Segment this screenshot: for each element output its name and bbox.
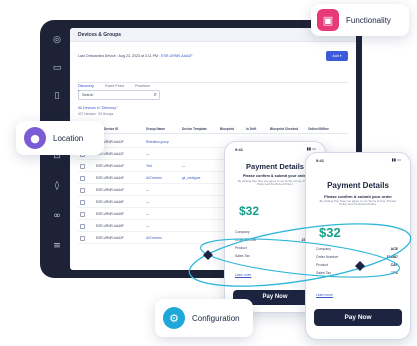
orbit-ring [188,223,412,287]
orbit-node [203,250,213,260]
location-pin-icon: ● [24,127,46,149]
location-chip: ● Location [16,121,104,155]
functionality-chip: ▣ Functionality [311,4,409,36]
orbit-decoration [188,223,412,287]
configuration-label: Configuration [192,313,240,323]
orbit-ring [199,238,401,278]
configuration-chip: ⚙ Configuration [155,299,253,337]
functionality-icon: ▣ [317,9,339,31]
gear-icon: ⚙ [163,307,185,329]
functionality-label: Functionality [346,15,391,25]
location-label: Location [53,133,84,143]
